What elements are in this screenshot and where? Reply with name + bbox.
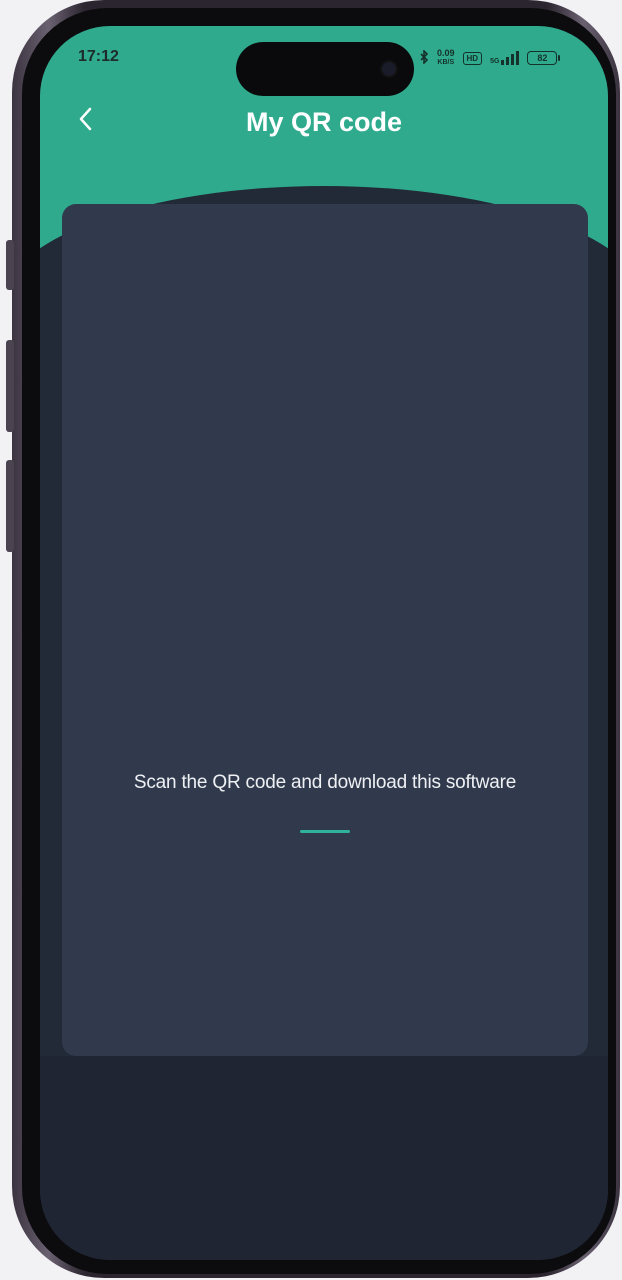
screen: 17:12 0.09 KB/S HD 5G 82 My QR code Scan… [40, 26, 608, 1260]
network-speed-unit: KB/S [437, 59, 455, 66]
dynamic-island [236, 42, 414, 96]
volume-down-button [6, 460, 14, 552]
bluetooth-icon [420, 48, 429, 67]
page-title: My QR code [245, 107, 403, 137]
signal-icon: 5G [490, 51, 520, 65]
network-speed-value: 0.09 [437, 48, 455, 58]
status-time: 17:12 [78, 48, 119, 65]
mute-switch [6, 240, 14, 290]
hd-badge: HD [462, 51, 483, 65]
volume-up-button [6, 340, 14, 432]
qr-caption: Scan the QR code and download this softw… [133, 772, 517, 793]
battery-icon: 82 [527, 51, 561, 65]
network-speed: 0.09 KB/S [437, 49, 455, 67]
battery-level: 82 [537, 53, 548, 63]
qr-card: Scan the QR code and download this softw… [62, 204, 588, 1056]
caption-underline [300, 830, 350, 833]
signal-label: 5G [490, 58, 500, 65]
bottom-area [40, 1056, 608, 1260]
status-icons: 0.09 KB/S HD 5G 82 [420, 48, 561, 68]
front-camera [382, 62, 396, 76]
